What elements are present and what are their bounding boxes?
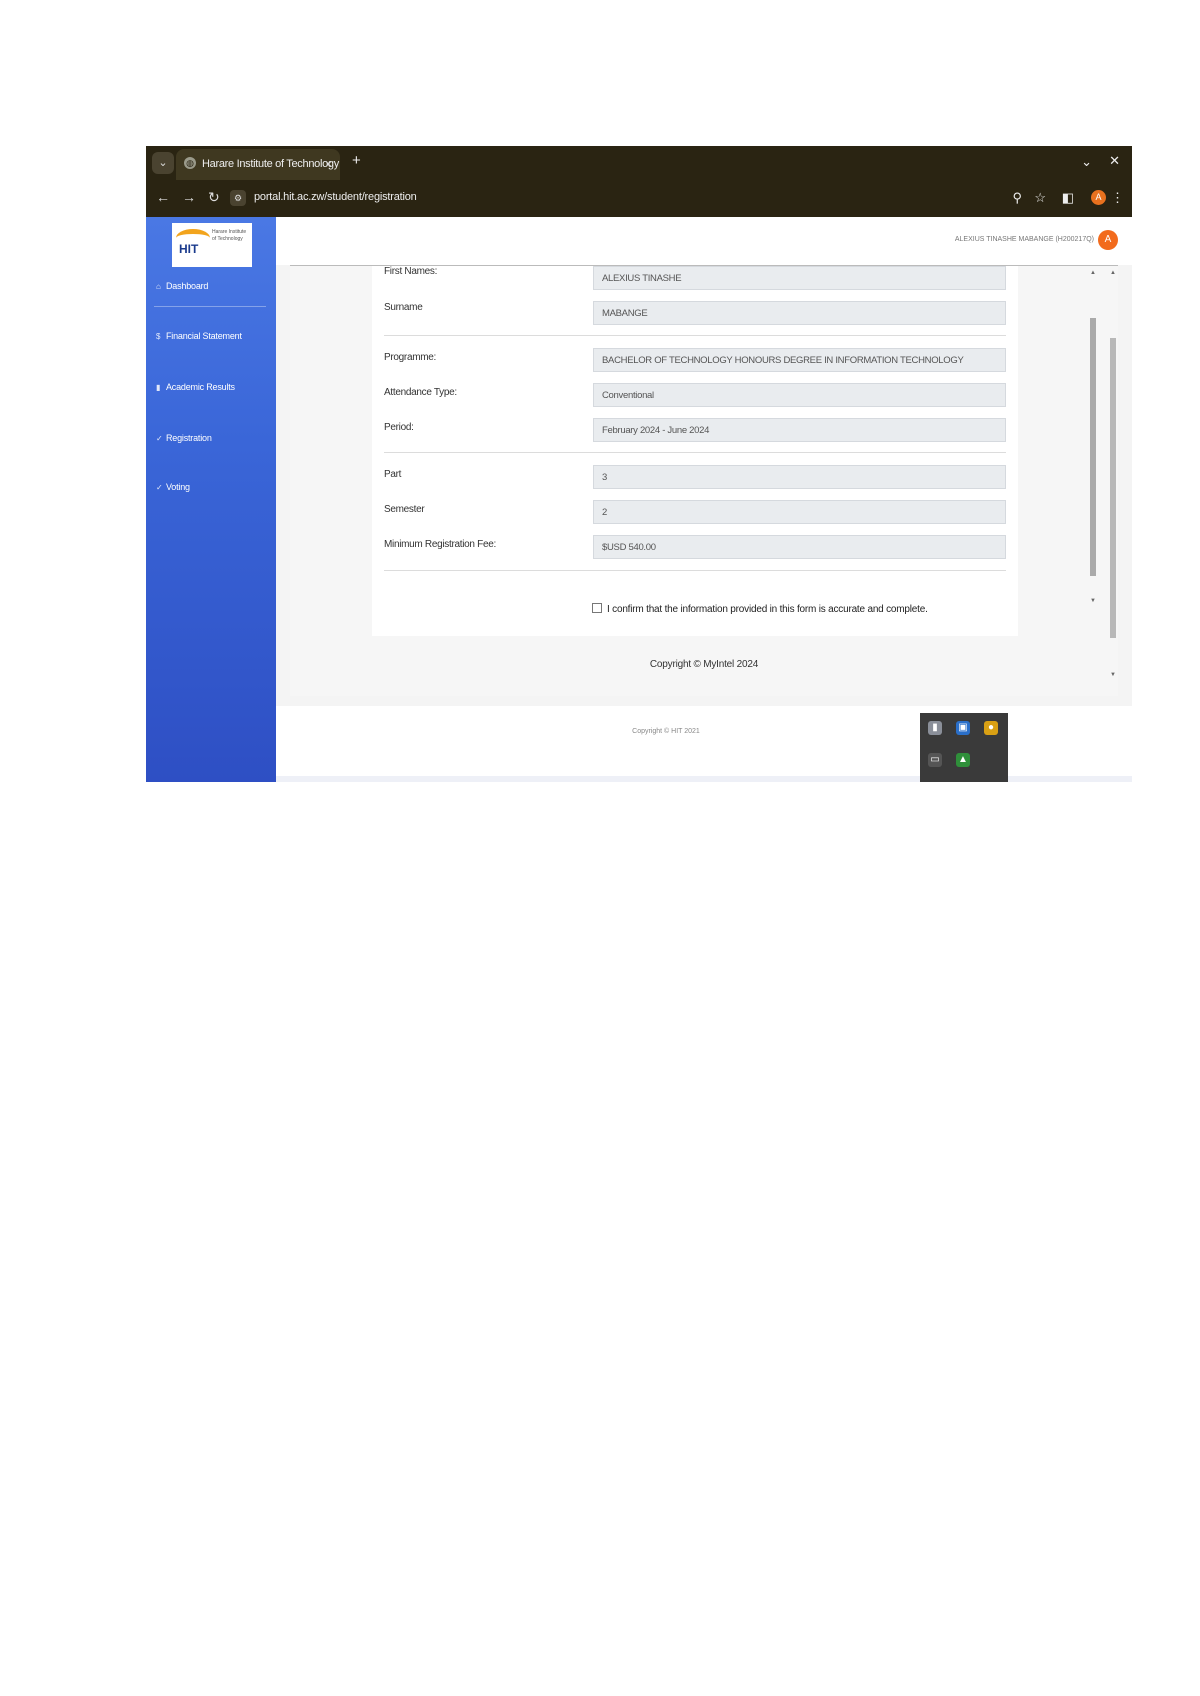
field-value: 2	[602, 507, 607, 518]
sidebar-item-registration[interactable]: ✓ Registration	[156, 433, 212, 443]
sidebar-item-label: Dashboard	[166, 281, 209, 291]
sidebar-item-label: Voting	[166, 482, 190, 492]
semester-label: Semester	[384, 504, 425, 515]
sidebar-divider	[154, 306, 266, 307]
embedded-frame: First Names: ALEXIUS TINASHE Surname MAB…	[290, 265, 1118, 696]
tray-app-icon[interactable]: ▭	[928, 753, 942, 767]
registration-form: First Names: ALEXIUS TINASHE Surname MAB…	[372, 266, 1018, 636]
sidebar-item-financial-statement[interactable]: $ Financial Statement	[156, 331, 242, 341]
address-bar[interactable]: ⚙ portal.hit.ac.zw/student/registration	[230, 185, 1130, 211]
part-field[interactable]: 3	[593, 465, 1006, 489]
scroll-down-icon[interactable]: ▼	[1110, 672, 1116, 678]
tab-title: Harare Institute of Technology	[202, 158, 339, 170]
browser-tab[interactable]: ◍ Harare Institute of Technology ×	[176, 149, 340, 180]
scroll-up-icon[interactable]: ▲	[1090, 270, 1096, 276]
document-icon: ▮	[156, 383, 161, 392]
bookmark-star-icon[interactable]: ☆	[1034, 190, 1046, 206]
url-text[interactable]: portal.hit.ac.zw/student/registration	[254, 191, 417, 203]
tray-app-icon[interactable]: ▲	[956, 753, 970, 767]
programme-field[interactable]: BACHELOR OF TECHNOLOGY HONOURS DEGREE IN…	[593, 348, 1006, 372]
sidebar-item-label: Financial Statement	[166, 331, 242, 341]
minimum-fee-label: Minimum Registration Fee:	[384, 539, 496, 550]
field-value: February 2024 - June 2024	[602, 425, 710, 436]
forward-icon[interactable]: →	[182, 189, 196, 205]
confirm-text: I confirm that the information provided …	[607, 604, 928, 615]
field-value: 3	[602, 472, 607, 483]
form-scroll-thumb[interactable]	[1090, 318, 1096, 576]
user-avatar[interactable]: A	[1098, 230, 1118, 250]
field-value: ALEXIUS TINASHE	[602, 273, 682, 284]
field-value: BACHELOR OF TECHNOLOGY HONOURS DEGREE IN…	[602, 355, 964, 366]
side-panel-icon[interactable]: ◧	[1062, 190, 1074, 206]
programme-label: Programme:	[384, 352, 437, 363]
home-icon: ⌂	[156, 282, 161, 291]
browser-toolbar: ← → ↻ ⚙ portal.hit.ac.zw/student/registr…	[146, 180, 1132, 217]
section-divider	[384, 452, 1006, 453]
form-scrollbar[interactable]: ▲ ▼	[1088, 266, 1098, 636]
logo-subtext: Harare Institute of Technology	[212, 229, 247, 242]
reload-icon[interactable]: ↻	[208, 189, 220, 206]
period-label: Period:	[384, 422, 414, 433]
browser-tab-strip: ⌄ ◍ Harare Institute of Technology × + ⌄…	[146, 146, 1132, 180]
user-name[interactable]: ALEXIUS TINASHE MABANGE (H200217Q)	[955, 236, 1094, 243]
surname-field[interactable]: MABANGE	[593, 301, 1006, 325]
attendance-type-label: Attendance Type:	[384, 387, 457, 398]
sidebar-item-dashboard[interactable]: ⌂ Dashboard	[156, 281, 208, 291]
frame-copyright: Copyright © MyIntel 2024	[649, 659, 759, 670]
check-icon: ✓	[156, 434, 163, 443]
dollar-icon: $	[156, 332, 161, 341]
tray-app-icon[interactable]: ▣	[956, 721, 970, 735]
semester-field[interactable]: 2	[593, 500, 1006, 524]
site-info-icon[interactable]: ⚙	[230, 190, 246, 206]
back-icon[interactable]: ←	[156, 189, 170, 205]
tab-search-icon[interactable]: ⌄	[152, 152, 174, 174]
top-header: ALEXIUS TINASHE MABANGE (H200217Q) A	[276, 217, 1132, 266]
sidebar-item-label: Registration	[166, 433, 212, 443]
first-names-field[interactable]: ALEXIUS TINASHE	[593, 266, 1006, 290]
main-content: First Names: ALEXIUS TINASHE Surname MAB…	[276, 265, 1132, 706]
confirm-row[interactable]: I confirm that the information provided …	[592, 603, 928, 615]
scroll-up-icon[interactable]: ▲	[1110, 270, 1116, 276]
frame-scroll-thumb[interactable]	[1110, 338, 1116, 638]
tab-close-icon[interactable]: ×	[325, 157, 332, 171]
zoom-icon[interactable]: ⚲	[1012, 190, 1022, 206]
frame-scrollbar[interactable]: ▲ ▼	[1108, 266, 1118, 696]
period-field[interactable]: February 2024 - June 2024	[593, 418, 1006, 442]
hit-logo[interactable]: HIT Harare Institute of Technology	[172, 223, 252, 267]
globe-icon: ◍	[184, 157, 196, 169]
part-label: Part	[384, 469, 402, 480]
check-icon: ✓	[156, 483, 163, 492]
section-divider	[384, 335, 1006, 336]
sidebar: HIT Harare Institute of Technology ⌂ Dash…	[146, 217, 276, 782]
confirm-checkbox[interactable]	[592, 603, 602, 613]
tray-app-icon[interactable]: ▮	[928, 721, 942, 735]
scroll-down-icon[interactable]: ▼	[1090, 598, 1096, 604]
field-value: $USD 540.00	[602, 542, 656, 553]
minimize-icon[interactable]: ⌄	[1081, 154, 1092, 170]
section-divider	[384, 570, 1006, 571]
field-value: MABANGE	[602, 308, 648, 319]
system-tray-popup: ▮ ▣ ● ▭ ▲	[920, 713, 1008, 782]
logo-text: HIT	[179, 242, 199, 256]
tray-app-icon[interactable]: ●	[984, 721, 998, 735]
sidebar-item-academic-results[interactable]: ▮ Academic Results	[156, 382, 235, 392]
window-close-icon[interactable]: ✕	[1109, 153, 1120, 169]
first-names-label: First Names:	[384, 266, 438, 277]
attendance-type-field[interactable]: Conventional	[593, 383, 1006, 407]
field-value: Conventional	[602, 390, 654, 401]
sidebar-item-voting[interactable]: ✓ Voting	[156, 482, 190, 492]
screenshot: ⌄ ◍ Harare Institute of Technology × + ⌄…	[146, 146, 1132, 782]
surname-label: Surname	[384, 302, 423, 313]
minimum-fee-field[interactable]: $USD 540.00	[593, 535, 1006, 559]
new-tab-button[interactable]: +	[352, 152, 361, 169]
sidebar-item-label: Academic Results	[166, 382, 235, 392]
more-menu-icon[interactable]: ⋮	[1111, 190, 1124, 206]
profile-avatar[interactable]: A	[1091, 190, 1106, 205]
